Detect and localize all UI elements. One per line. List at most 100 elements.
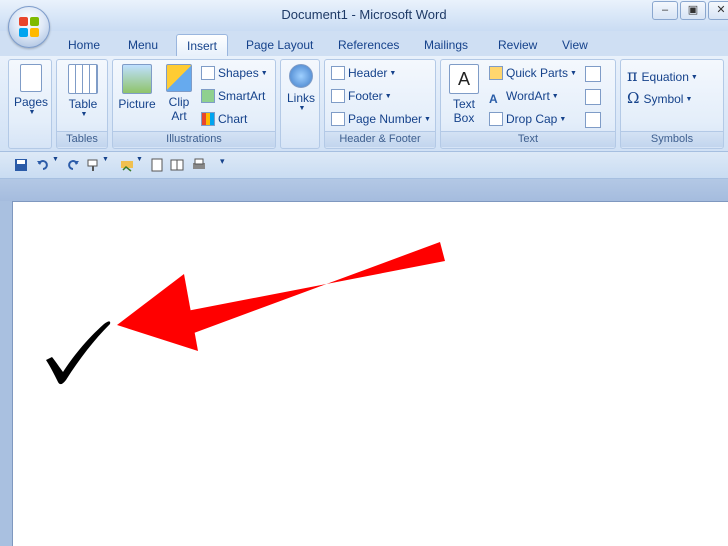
equation-button[interactable]: π Equation ▼ [627, 66, 698, 85]
footer-button[interactable]: Footer ▼ [331, 89, 392, 103]
window-title: Document1 - Microsoft Word [281, 7, 447, 22]
group-illustrations: Picture Clip Art Shapes ▼ SmartArt Chart … [112, 59, 276, 149]
shapes-icon [201, 66, 215, 80]
shapes-button[interactable]: Shapes ▼ [201, 66, 268, 80]
text-box-icon: A [449, 64, 479, 94]
tab-review[interactable]: Review [488, 34, 547, 56]
quick-access-toolbar: ▼ ▼ ▼ ▾ [0, 152, 728, 179]
tab-menu[interactable]: Menu [118, 34, 168, 56]
shapes-label: Shapes [218, 66, 259, 80]
open-book-icon[interactable] [170, 158, 184, 172]
chevron-down-icon[interactable]: ▼ [102, 156, 109, 163]
tab-page-layout[interactable]: Page Layout [236, 34, 323, 56]
customize-toolbar-icon[interactable]: ▾ [220, 156, 225, 167]
picture-icon [122, 64, 152, 94]
chevron-down-icon: ▼ [28, 109, 36, 116]
group-label-header-footer: Header & Footer [325, 131, 435, 147]
clip-art-button[interactable]: Clip Art [161, 64, 197, 123]
group-links: Links ▼ [280, 59, 320, 149]
chevron-down-icon: ▼ [260, 70, 268, 77]
chart-icon [201, 112, 215, 126]
clip-art-label-2: Art [171, 109, 187, 123]
quick-parts-button[interactable]: Quick Parts ▼ [489, 66, 577, 80]
wordart-label: WordArt [506, 89, 550, 103]
smartart-icon [201, 89, 215, 103]
pages-label: Pages [13, 95, 49, 109]
ribbon-tabs: Home Menu Insert Page Layout References … [0, 31, 728, 56]
new-document-icon[interactable] [150, 158, 164, 172]
chevron-down-icon: ▼ [690, 74, 698, 81]
chevron-down-icon[interactable]: ▼ [136, 156, 143, 163]
links-button[interactable]: Links ▼ [283, 64, 319, 112]
title-bar: Document1 - Microsoft Word – ▣ ✕ [0, 0, 728, 31]
header-icon [331, 66, 345, 80]
tab-home[interactable]: Home [58, 34, 110, 56]
table-label: Table [68, 97, 98, 111]
wordart-button[interactable]: A WordArt ▼ [489, 89, 559, 106]
chevron-down-icon: ▼ [424, 116, 431, 123]
chevron-down-icon: ▼ [570, 70, 577, 77]
text-box-button[interactable]: A Text Box [445, 64, 483, 125]
smartart-label: SmartArt [218, 89, 266, 103]
drop-cap-button[interactable]: Drop Cap ▼ [489, 112, 566, 126]
chart-button[interactable]: Chart [201, 112, 247, 126]
chevron-down-icon[interactable]: ▼ [52, 156, 59, 163]
chevron-down-icon: ▼ [298, 105, 306, 112]
text-box-label-1: Text [452, 97, 475, 111]
group-symbols: π Equation ▼ Ω Symbol ▼ Symbols [620, 59, 724, 149]
date-time-icon[interactable] [585, 89, 601, 105]
drop-cap-label: Drop Cap [506, 112, 558, 126]
clip-art-icon [166, 64, 192, 92]
minimize-button[interactable]: – [652, 1, 678, 20]
signature-line-icon[interactable] [585, 66, 601, 82]
links-icon [289, 64, 313, 88]
chevron-down-icon: ▼ [685, 96, 693, 103]
ribbon: Pages ▼ Table ▼ Tables Picture Clip Art … [0, 56, 728, 152]
group-label-symbols: Symbols [621, 131, 723, 147]
omega-icon: Ω [627, 89, 640, 107]
picture-label: Picture [118, 97, 156, 111]
close-button[interactable]: ✕ [708, 1, 728, 20]
redo-icon[interactable] [66, 158, 80, 172]
tab-insert[interactable]: Insert [176, 34, 229, 56]
tab-mailings[interactable]: Mailings [414, 34, 478, 56]
quick-parts-label: Quick Parts [506, 66, 569, 80]
chevron-down-icon: ▼ [80, 111, 88, 118]
symbol-button[interactable]: Ω Symbol ▼ [627, 89, 692, 107]
pi-icon: π [627, 66, 638, 85]
page-number-label: Page Number [348, 112, 423, 126]
table-button[interactable]: Table ▼ [59, 64, 107, 118]
equation-label: Equation [641, 70, 689, 84]
header-label: Header [348, 66, 388, 80]
header-button[interactable]: Header ▼ [331, 66, 396, 80]
office-button[interactable] [8, 6, 50, 48]
format-painter-icon[interactable] [86, 158, 100, 172]
group-label-text: Text [441, 131, 615, 147]
object-icon[interactable] [585, 112, 601, 128]
footer-icon [331, 89, 345, 103]
chart-label: Chart [218, 112, 248, 126]
undo-icon[interactable] [36, 158, 50, 172]
chevron-down-icon: ▼ [384, 93, 392, 100]
chevron-down-icon: ▼ [551, 93, 559, 100]
pages-icon [20, 64, 42, 92]
drop-cap-icon [489, 112, 503, 126]
smartart-button[interactable]: SmartArt [201, 89, 265, 103]
wordart-icon: A [489, 92, 498, 106]
picture-button[interactable]: Picture [115, 64, 159, 111]
print-preview-icon[interactable] [192, 158, 206, 172]
document-ruler-band [0, 179, 728, 201]
document-page[interactable] [12, 201, 728, 546]
spelling-icon[interactable] [120, 158, 134, 172]
links-label: Links [286, 91, 315, 105]
text-box-label-2: Box [453, 111, 475, 125]
group-text: A Text Box Quick Parts ▼ A WordArt ▼ Drop C… [440, 59, 616, 149]
quick-parts-icon [489, 66, 503, 80]
save-icon[interactable] [14, 158, 28, 172]
pages-button[interactable]: Pages ▼ [11, 64, 51, 116]
clip-art-label-1: Clip [168, 95, 190, 109]
tab-view[interactable]: View [552, 34, 598, 56]
tab-references[interactable]: References [328, 34, 409, 56]
page-number-button[interactable]: Page Number ▼ [331, 112, 431, 126]
restore-button[interactable]: ▣ [680, 1, 706, 20]
